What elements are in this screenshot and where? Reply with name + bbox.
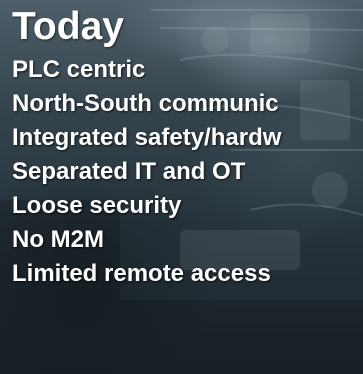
slide-title: Today: [12, 5, 124, 48]
slide: Today PLC centric North-South communic I…: [0, 0, 363, 374]
list-item: North-South communic: [12, 90, 279, 117]
list-item: PLC centric: [12, 56, 146, 83]
list-item: No M2M: [12, 226, 104, 253]
list-item: Limited remote access: [12, 260, 271, 287]
bullet-list: PLC centric North-South communic Integra…: [12, 56, 363, 294]
list-item: Integrated safety/hardw: [12, 124, 282, 151]
list-item: Separated IT and OT: [12, 158, 246, 185]
list-item: Loose security: [12, 192, 182, 219]
slide-content: Today PLC centric North-South communic I…: [12, 4, 363, 294]
